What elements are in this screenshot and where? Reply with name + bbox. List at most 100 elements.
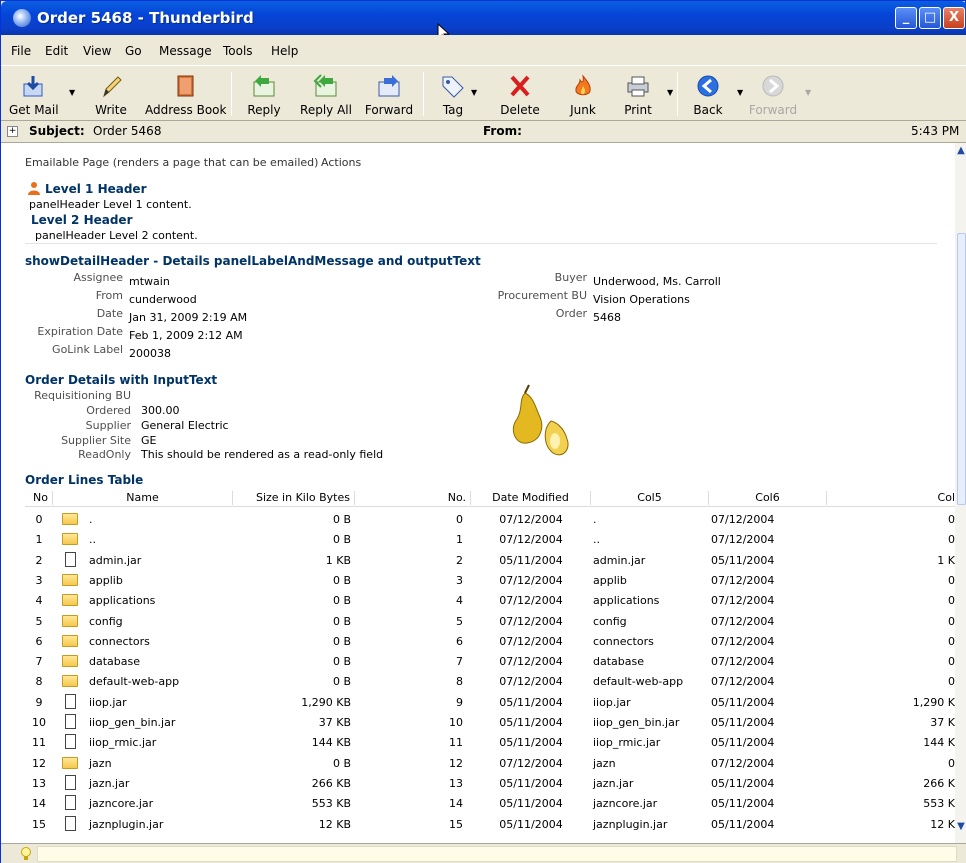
procurement-bu-value: Vision Operations [593,293,690,306]
table-row[interactable]: 9 iiop.jar 1,290 KB 9 05/11/2004 iiop.jar 05/1… [25,692,957,712]
cell-col5: .. [593,533,600,547]
ordered-value: 300.00 [141,404,180,417]
cell-col6: 07/12/2004 [711,634,775,648]
title-bar[interactable]: Order 5468 - Thunderbird _ □ X [1,1,966,35]
cell-col7: 266 K [923,776,955,790]
delete-x-icon [510,75,530,97]
print-dropdown-icon[interactable]: ▼ [667,88,673,97]
actions-link[interactable]: Actions [321,156,361,169]
menu-tools[interactable]: Tools [223,44,253,58]
requisitioning-bu-label: Requisitioning BU [34,389,131,402]
forward-arrow-icon [762,75,784,97]
cell-no: 9 [35,695,43,709]
cell-size: 12 KB [318,817,351,831]
maximize-button[interactable]: □ [919,7,941,29]
forward-nav-dropdown-icon[interactable]: ▼ [805,88,811,97]
cell-no: 10 [32,716,46,729]
cell-no: 0 [35,513,43,526]
close-button[interactable]: X [943,7,965,29]
folder-icon [62,573,78,586]
table-row[interactable]: 4 applications 0 B 4 07/12/2004 applications 0… [25,590,957,610]
table-row[interactable]: 6 connectors 0 B 6 07/12/2004 connectors 07/12… [25,631,957,651]
table-row[interactable]: 1.. 0 B 1 07/12/2004.. 07/12/2004 0 [25,529,957,549]
address-book-button[interactable]: Address Book [145,66,226,122]
cell-no2: 9 [456,695,463,709]
cell-size: 144 KB [311,736,351,750]
back-button[interactable]: ▼ Back [685,66,743,122]
menu-edit[interactable]: Edit [45,44,68,58]
subject-label: Subject: [29,124,85,138]
expiration-date-label: Expiration Date [37,325,123,338]
reply-button[interactable]: Reply [239,66,289,122]
cell-col5: default-web-app [593,675,684,689]
get-mail-button[interactable]: ▼ Get Mail [9,66,75,122]
col-header-name[interactable]: Name [53,491,233,505]
table-row[interactable]: 0. 0 B 0 07/12/2004. 07/12/2004 0 [25,509,957,529]
scrollbar-thumb[interactable] [957,233,966,505]
col-header-no2[interactable]: No. [355,491,471,505]
expand-header-icon[interactable]: + [7,126,18,137]
col-header-size[interactable]: Size in Kilo Bytes [233,491,355,505]
pencil-icon [103,76,122,98]
cell-size: 0 B [332,655,351,669]
delete-button[interactable]: Delete [495,66,545,122]
minimize-button[interactable]: _ [895,7,917,29]
order-details-header: Order Details with InputText [25,373,218,387]
print-button[interactable]: ▼ Print [615,66,673,122]
reply-all-icon [313,74,337,97]
tag-icon [442,76,464,98]
table-row[interactable]: 13 jazn.jar 266 KB 13 05/11/2004 jazn.jar 05/1… [25,773,957,793]
status-text-field [37,846,957,862]
cell-col5: jazncore.jar [593,797,658,811]
cell-no: 4 [35,594,43,608]
file-icon [65,714,76,729]
cell-col7: 37 K [930,716,955,729]
cell-date: 05/11/2004 [499,736,563,750]
folder-icon [62,513,78,525]
col-header-date-modified[interactable]: Date Modified [471,491,591,505]
table-row[interactable]: 2 admin.jar 1 KB 2 05/11/2004 admin.jar 05/11/… [25,550,957,570]
cell-name: . [89,513,93,526]
get-mail-dropdown-icon[interactable]: ▼ [69,88,75,97]
cell-no2: 11 [449,736,463,750]
cell-name: applications [89,594,156,608]
table-row[interactable]: 12 jazn 0 B 12 07/12/2004 jazn 07/12/2004 0 [25,753,957,773]
thunderbird-window: Order 5468 - Thunderbird _ □ X File Edit… [0,0,966,863]
menu-go[interactable]: Go [125,44,142,58]
cell-name: database [89,655,140,669]
back-dropdown-icon[interactable]: ▼ [737,88,743,97]
junk-button[interactable]: Junk [561,66,605,122]
table-row[interactable]: 11 iiop_rmic.jar 144 KB 11 05/11/2004 iiop_rm… [25,732,957,752]
menu-view[interactable]: View [83,44,111,58]
buyer-label: Buyer [554,271,587,284]
col-header-col6[interactable]: Col6 [709,491,827,505]
forward-nav-button[interactable]: ▼ Forward [745,66,811,122]
folder-icon [62,756,78,769]
table-row[interactable]: 7 database 0 B 7 07/12/2004 database 07/12/200… [25,651,957,671]
table-row[interactable]: 15 jaznplugin.jar 12 KB 15 05/11/2004 jaznplu… [25,814,957,834]
col-header-no[interactable]: No [25,491,53,505]
menu-file[interactable]: File [11,44,31,58]
col-header-col7[interactable]: Col [827,491,957,505]
tag-button[interactable]: ▼ Tag [431,66,477,122]
table-row[interactable]: 8 default-web-app 0 B 8 07/12/2004 default-we… [25,671,957,691]
write-button[interactable]: Write [83,66,139,122]
table-row[interactable]: 3 applib 0 B 3 07/12/2004 applib 07/12/2004 0 [25,570,957,590]
table-row[interactable]: 10 iiop_gen_bin.jar 37 KB 10 05/11/2004 iiop_… [25,712,957,732]
reply-all-button[interactable]: Reply All [297,66,355,122]
tag-label: Tag [442,103,464,117]
col-header-col5[interactable]: Col5 [591,491,709,505]
buyer-value: Underwood, Ms. Carroll [593,275,721,288]
scroll-down-icon[interactable]: ▼ [955,821,966,835]
cell-no2: 8 [456,675,463,689]
menu-help[interactable]: Help [271,44,298,58]
scroll-up-icon[interactable]: ▲ [955,145,966,159]
table-row[interactable]: 5 config 0 B 5 07/12/2004 config 07/12/2004 0 [25,611,957,631]
supplier-site-value: GE [141,434,157,447]
table-row[interactable]: 14 jazncore.jar 553 KB 14 05/11/2004 jazncore… [25,793,957,813]
cell-name: applib [89,573,123,587]
tag-dropdown-icon[interactable]: ▼ [471,88,477,97]
forward-button[interactable]: Forward [361,66,417,122]
cell-no2: 13 [449,776,463,790]
menu-message[interactable]: Message [159,44,212,58]
